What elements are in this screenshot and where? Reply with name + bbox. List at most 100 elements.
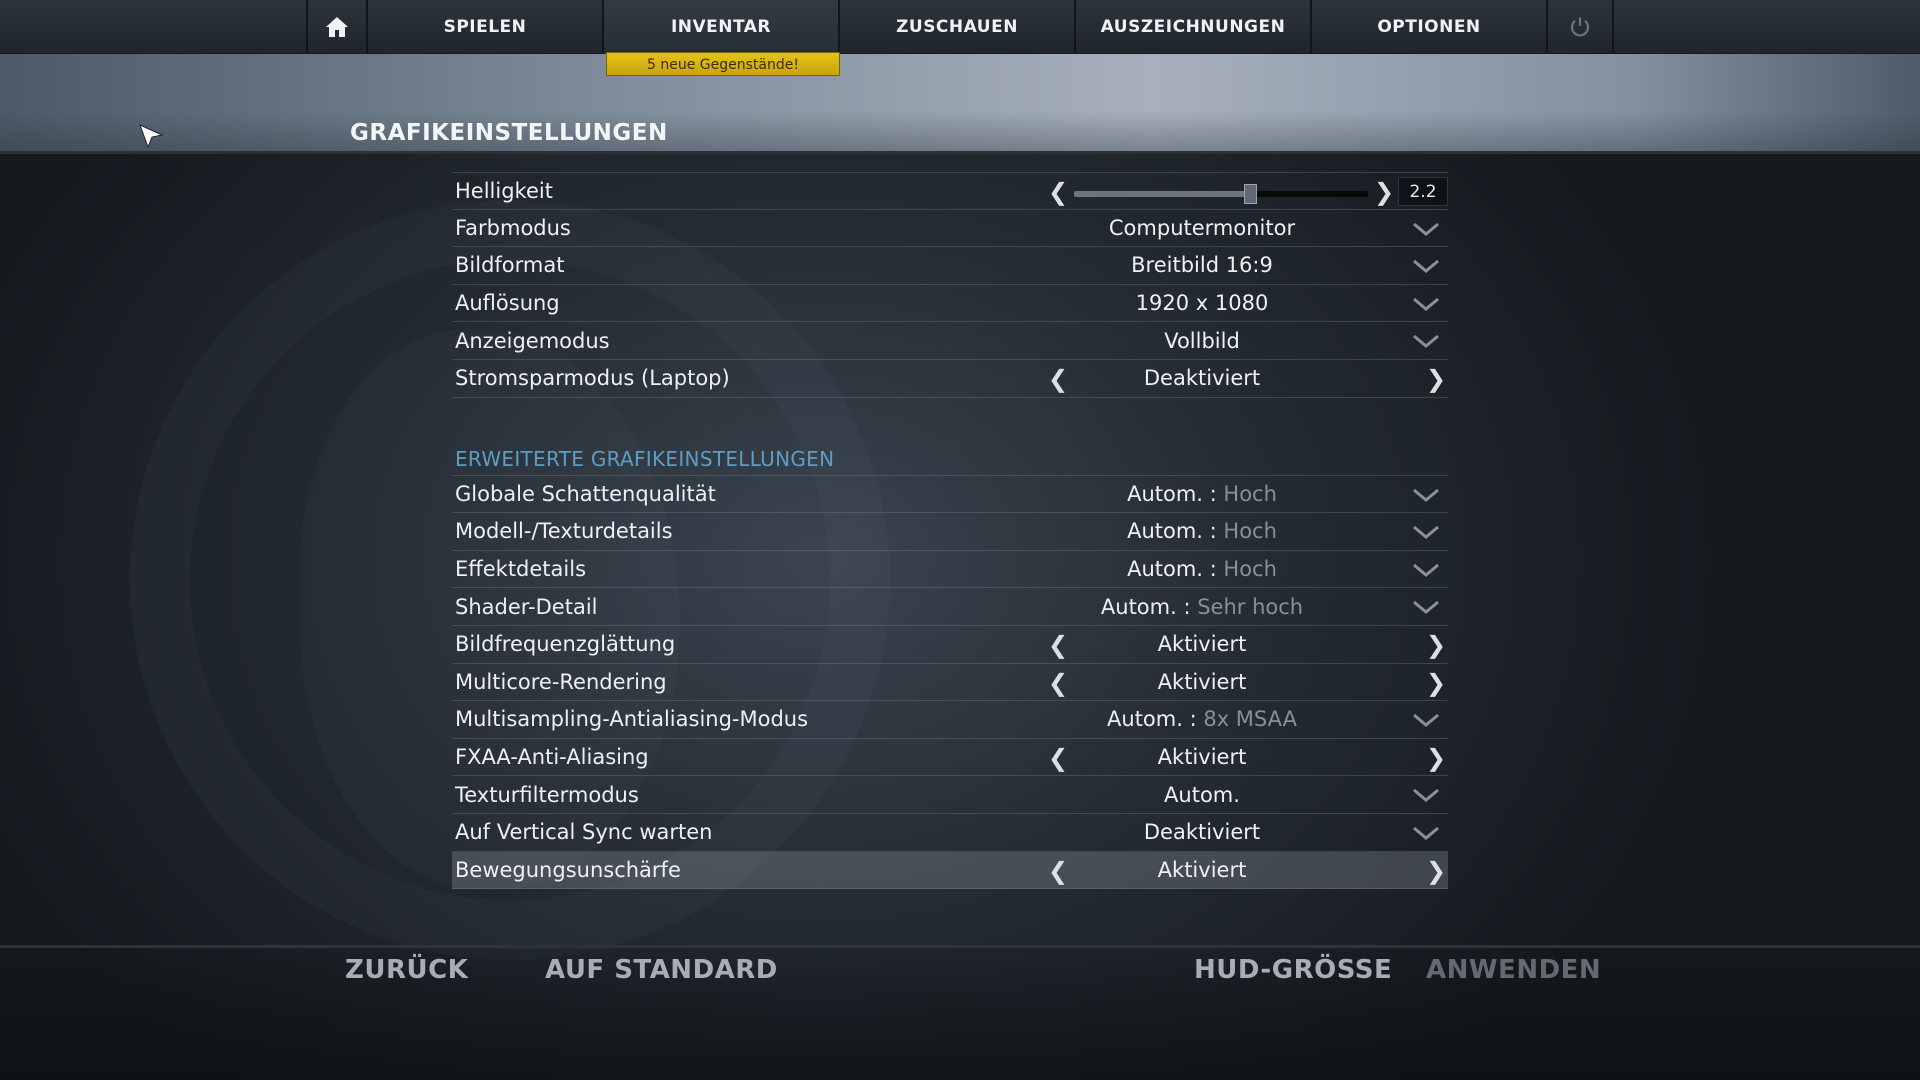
page-title: GRAFIKEINSTELLUNGEN xyxy=(350,120,668,146)
setting-label: Auf Vertical Sync warten xyxy=(455,820,713,845)
chevron-down-icon[interactable] xyxy=(1412,334,1440,349)
arrow-right-icon[interactable]: ❯ xyxy=(1424,365,1448,393)
setting-label: Bildformat xyxy=(455,253,565,278)
settings-list: Helligkeit ❮ ❯ 2.2 Farbmodus Computermon… xyxy=(452,172,1448,890)
setting-label: Shader-Detail xyxy=(455,594,598,619)
setting-row-helligkeit[interactable]: Helligkeit ❮ ❯ 2.2 xyxy=(452,172,1448,210)
setting-value: Aktiviert xyxy=(1157,669,1247,694)
home-icon xyxy=(326,17,348,37)
setting-row-stromsparmodus[interactable]: Stromsparmodus (Laptop) ❮ Deaktiviert ❯ xyxy=(452,360,1448,398)
setting-label: Effektdetails xyxy=(455,557,587,582)
auto-detail: Hoch xyxy=(1223,481,1277,506)
setting-row-texturfiltermodus[interactable]: Texturfiltermodus Autom. xyxy=(452,776,1448,814)
slider-handle[interactable] xyxy=(1244,184,1258,204)
setting-label: FXAA-Anti-Aliasing xyxy=(455,745,649,770)
hud-size-button[interactable]: HUD-GRÖSSE xyxy=(1194,955,1392,985)
setting-row-bildfrequenzglaettung[interactable]: Bildfrequenzglättung ❮ Aktiviert ❯ xyxy=(452,626,1448,664)
bottom-bar xyxy=(0,945,1920,1080)
power-button[interactable] xyxy=(1548,0,1614,54)
setting-value: Computermonitor xyxy=(1108,215,1296,240)
nav-tab-auszeichnungen[interactable]: AUSZEICHNUNGEN xyxy=(1076,0,1312,54)
setting-value: Autom. : Sehr hoch xyxy=(1052,595,1352,619)
reset-default-button[interactable]: AUF STANDARD xyxy=(545,955,778,985)
chevron-down-icon[interactable] xyxy=(1412,600,1440,615)
chevron-down-icon[interactable] xyxy=(1412,222,1440,236)
auto-prefix: Autom. : xyxy=(1100,594,1191,619)
new-items-badge[interactable]: 5 neue Gegenstände! xyxy=(606,52,840,76)
setting-label: Bewegungsunschärfe xyxy=(455,857,681,882)
setting-value: Deaktiviert xyxy=(1143,366,1261,391)
setting-label: Bildfrequenzglättung xyxy=(455,632,676,657)
setting-row-fxaa[interactable]: FXAA-Anti-Aliasing ❮ Aktiviert ❯ xyxy=(452,739,1448,777)
setting-value: Breitbild 16:9 xyxy=(1131,253,1273,278)
mouse-cursor-icon xyxy=(139,124,164,149)
setting-label: Helligkeit xyxy=(455,178,553,203)
arrow-right-icon[interactable]: ❯ xyxy=(1424,744,1448,772)
setting-value: Aktiviert xyxy=(1157,745,1247,770)
setting-value: 1920 x 1080 xyxy=(1135,291,1269,316)
setting-row-schattenqualitaet[interactable]: Globale Schattenqualität Autom. : Hoch xyxy=(452,476,1448,514)
section-title-advanced: ERWEITERTE GRAFIKEINSTELLUNGEN xyxy=(452,440,1448,476)
setting-row-farbmodus[interactable]: Farbmodus Computermonitor xyxy=(452,210,1448,248)
top-nav: SPIELEN INVENTAR ZUSCHAUEN AUSZEICHNUNGE… xyxy=(0,0,1920,54)
auto-prefix: Autom. : xyxy=(1127,519,1217,544)
setting-row-texturdetails[interactable]: Modell-/Texturdetails Autom. : Hoch xyxy=(452,513,1448,551)
setting-label: Farbmodus xyxy=(455,215,571,240)
chevron-down-icon[interactable] xyxy=(1412,525,1440,540)
auto-detail: 8x MSAA xyxy=(1203,707,1297,732)
setting-row-bildformat[interactable]: Bildformat Breitbild 16:9 xyxy=(452,247,1448,285)
chevron-down-icon[interactable] xyxy=(1412,297,1440,311)
setting-row-multicore-rendering[interactable]: Multicore-Rendering ❮ Aktiviert ❯ xyxy=(452,664,1448,702)
setting-label: Globale Schattenqualität xyxy=(455,481,716,506)
nav-tab-zuschauen[interactable]: ZUSCHAUEN xyxy=(840,0,1076,54)
chevron-down-icon[interactable] xyxy=(1412,826,1440,840)
chevron-down-icon[interactable] xyxy=(1412,788,1440,803)
brightness-slider[interactable] xyxy=(1074,191,1368,197)
header-band xyxy=(0,54,1920,154)
setting-value: Autom. : Hoch xyxy=(1052,482,1352,506)
setting-value: Vollbild xyxy=(1164,328,1240,353)
auto-detail: Hoch xyxy=(1223,519,1277,544)
setting-value: Autom. : 8x MSAA xyxy=(1052,707,1352,731)
brightness-value: 2.2 xyxy=(1398,177,1448,206)
arrow-right-icon[interactable]: ❯ xyxy=(1372,178,1396,206)
setting-label: Multisampling-Antialiasing-Modus xyxy=(455,707,809,732)
chevron-down-icon[interactable] xyxy=(1412,488,1440,502)
back-button[interactable]: ZURÜCK xyxy=(345,955,468,985)
setting-label: Modell-/Texturdetails xyxy=(455,519,673,544)
arrow-right-icon[interactable]: ❯ xyxy=(1424,857,1448,885)
arrow-left-icon[interactable]: ❮ xyxy=(1046,178,1070,206)
arrow-right-icon[interactable]: ❯ xyxy=(1424,631,1448,659)
setting-label: Multicore-Rendering xyxy=(455,669,667,694)
setting-row-vsync[interactable]: Auf Vertical Sync warten Deaktiviert xyxy=(452,814,1448,852)
setting-value: Autom. : Hoch xyxy=(1052,519,1352,543)
chevron-down-icon[interactable] xyxy=(1412,713,1440,728)
arrow-right-icon[interactable]: ❯ xyxy=(1424,669,1448,697)
setting-row-aufloesung[interactable]: Auflösung 1920 x 1080 xyxy=(452,285,1448,323)
apply-button[interactable]: ANWENDEN xyxy=(1426,955,1601,985)
setting-value: Autom. : Hoch xyxy=(1052,557,1352,581)
slider-fill xyxy=(1074,191,1251,197)
setting-row-shader-detail[interactable]: Shader-Detail Autom. : Sehr hoch xyxy=(452,588,1448,626)
setting-row-anzeigemodus[interactable]: Anzeigemodus Vollbild xyxy=(452,322,1448,360)
setting-label: Texturfiltermodus xyxy=(455,782,639,807)
setting-row-bewegungsunschaerfe[interactable]: Bewegungsunschärfe ❮ Aktiviert ❯ xyxy=(452,851,1448,890)
setting-row-msaa[interactable]: Multisampling-Antialiasing-Modus Autom. … xyxy=(452,701,1448,739)
auto-detail: Hoch xyxy=(1223,557,1277,582)
nav-tab-inventar[interactable]: INVENTAR xyxy=(604,0,840,54)
setting-value: Autom. xyxy=(1164,782,1240,807)
auto-prefix: Autom. : xyxy=(1107,707,1197,732)
setting-label: Stromsparmodus (Laptop) xyxy=(455,366,730,391)
chevron-down-icon[interactable] xyxy=(1412,563,1440,577)
setting-value: Aktiviert xyxy=(1157,632,1247,657)
power-icon xyxy=(1570,17,1590,37)
nav-tab-optionen[interactable]: OPTIONEN xyxy=(1312,0,1548,54)
setting-row-effektdetails[interactable]: Effektdetails Autom. : Hoch xyxy=(452,551,1448,589)
nav-home-button[interactable] xyxy=(306,0,368,54)
setting-label: Auflösung xyxy=(455,291,560,316)
chevron-down-icon[interactable] xyxy=(1412,259,1440,274)
setting-label: Anzeigemodus xyxy=(455,328,610,353)
nav-tab-spielen[interactable]: SPIELEN xyxy=(368,0,604,54)
auto-detail: Sehr hoch xyxy=(1197,594,1304,619)
auto-prefix: Autom. : xyxy=(1127,557,1217,582)
